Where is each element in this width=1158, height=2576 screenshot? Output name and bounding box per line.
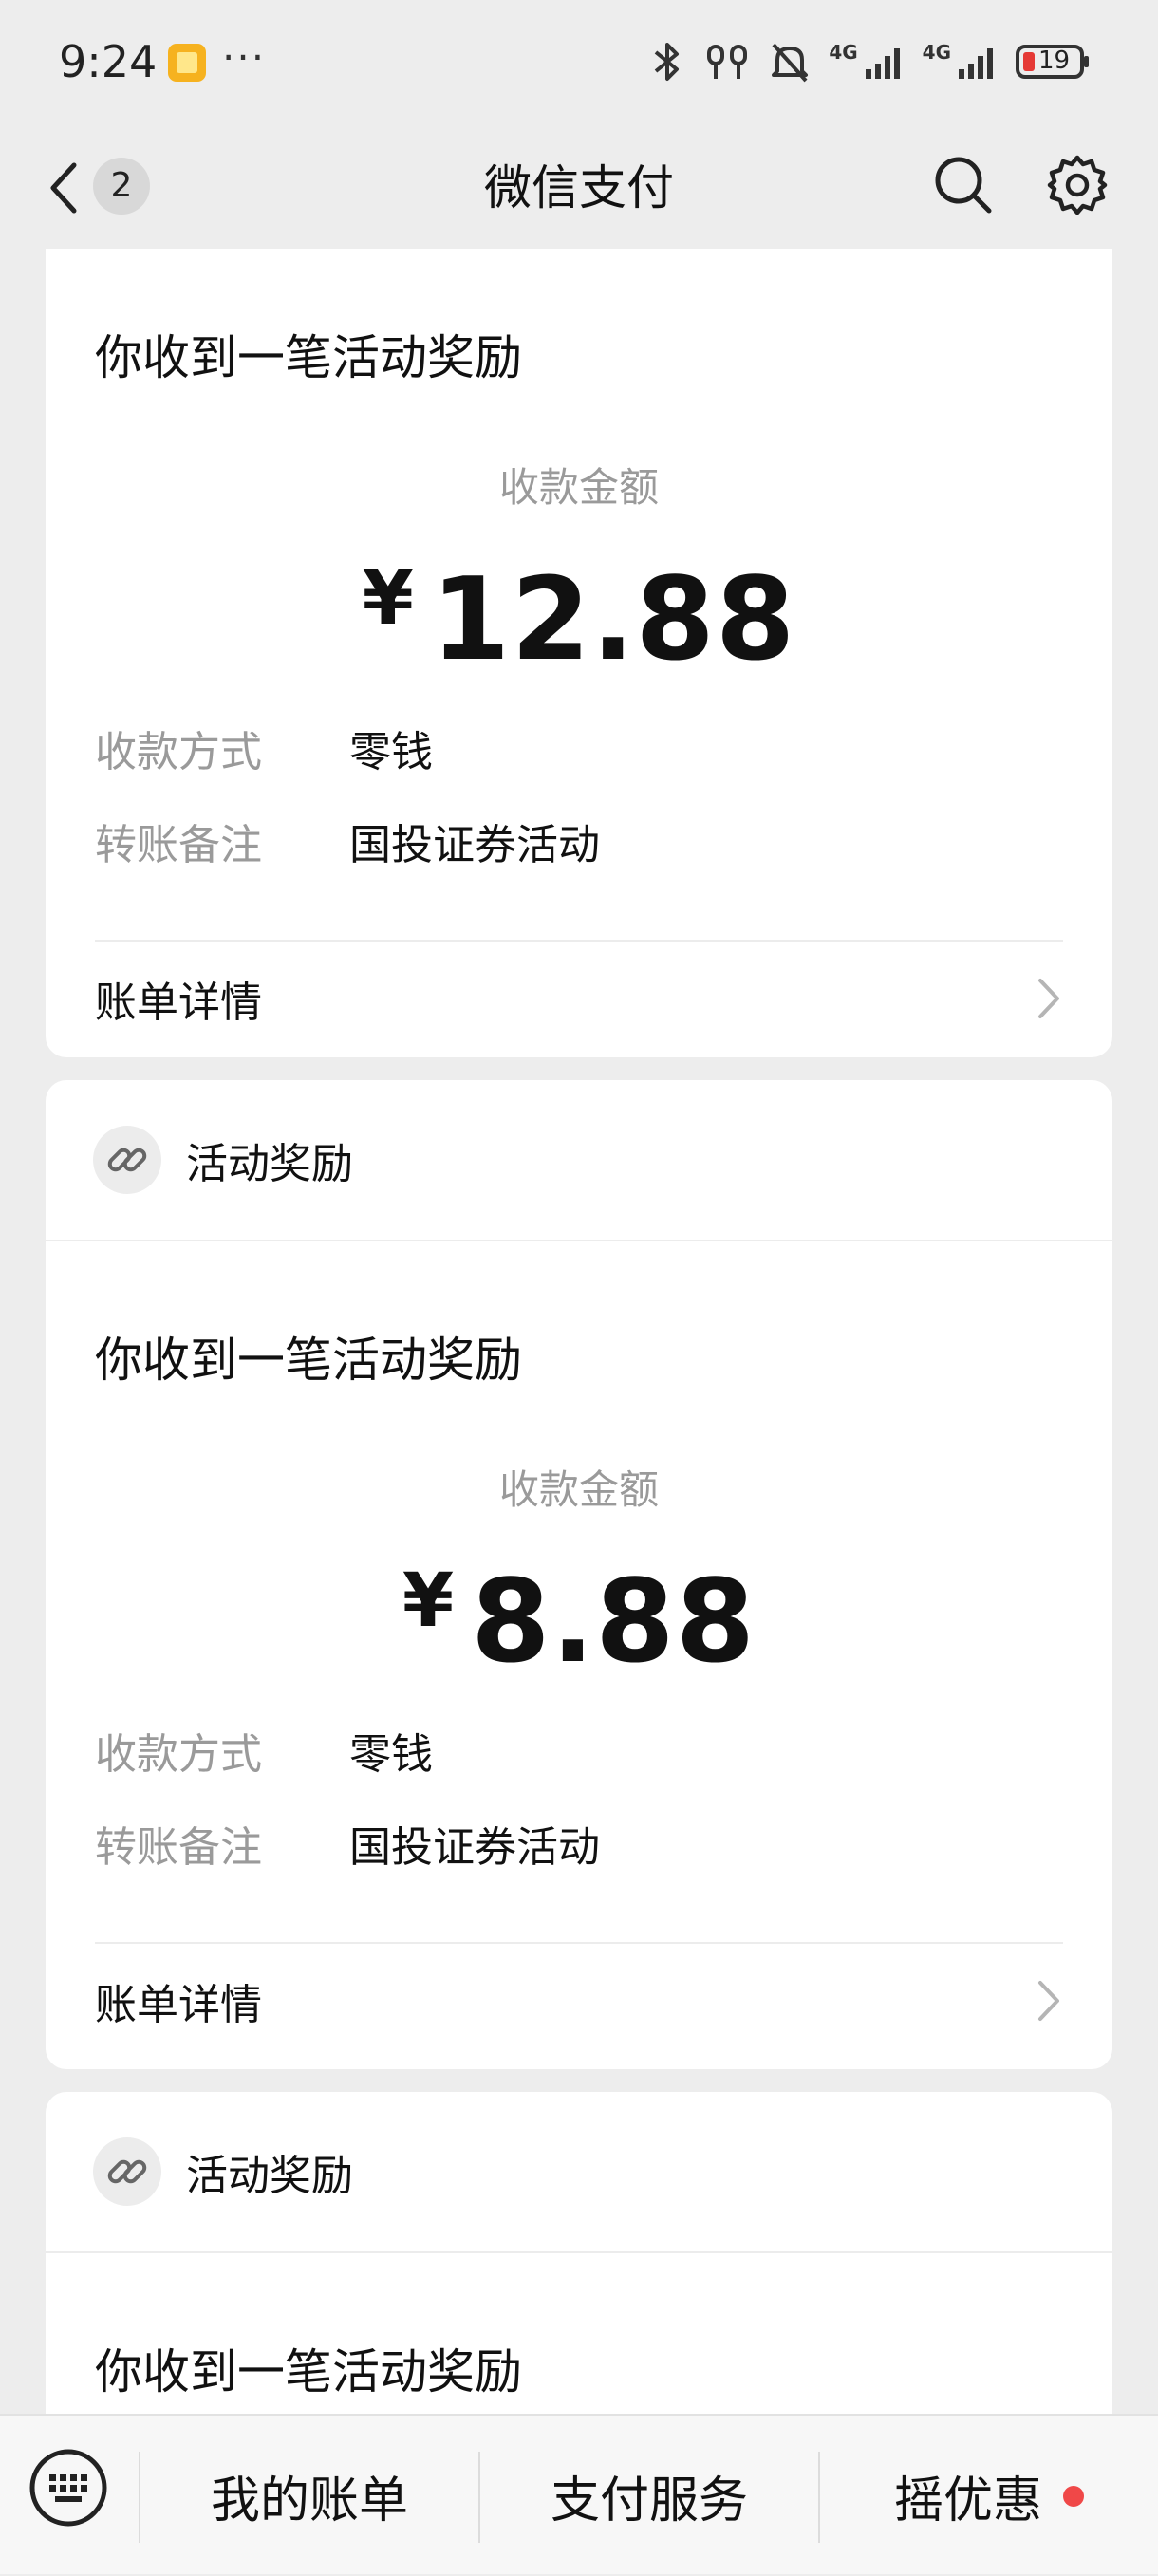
battery-level: 19 [1038, 47, 1071, 75]
keyboard-icon[interactable] [28, 2448, 108, 2531]
chevron-right-icon [1038, 979, 1059, 1018]
message-title: 你收到一笔活动奖励 [95, 2344, 522, 2399]
remark-value: 国投证券活动 [349, 1823, 600, 1872]
bill-detail-label: 账单详情 [95, 1981, 262, 2029]
transaction-card-1: 你收到一笔活动奖励 收款金额 ¥12.88 收款方式 零钱 转账备注 国投证券活动 … [46, 249, 1112, 1057]
signal-2-icon [957, 43, 999, 81]
signal1-label: 4G [829, 41, 858, 64]
status-icons: 4G 4G 19 [648, 38, 1092, 85]
remark-label: 转账备注 [95, 1823, 262, 1872]
status-bar: 9:24 ··· 4G 4G 19 [0, 0, 1158, 123]
signal-1-icon [864, 43, 906, 81]
amount-label: 收款金额 [498, 1466, 659, 1513]
chevron-right-icon [1038, 1981, 1059, 2021]
amount-number: 12.88 [430, 554, 796, 686]
bill-detail-link[interactable]: 账单详情 [95, 1944, 1063, 2058]
payment-method-label: 收款方式 [95, 1730, 262, 1779]
status-time: 9:24 [59, 36, 158, 87]
notification-app-icon [168, 44, 206, 82]
tab-payment-services[interactable]: 支付服务 [480, 2416, 818, 2576]
bluetooth-icon [648, 39, 686, 84]
tab-shake-offers[interactable]: 摇优惠 [820, 2416, 1158, 2576]
gear-icon[interactable] [1044, 152, 1111, 222]
signal2-label: 4G [922, 41, 951, 64]
payment-method-label: 收款方式 [95, 728, 262, 776]
message-title: 你收到一笔活动奖励 [95, 1333, 522, 1388]
remark-row: 转账备注 国投证券活动 [95, 811, 600, 871]
remark-label: 转账备注 [95, 821, 262, 869]
bill-detail-label: 账单详情 [95, 979, 262, 1027]
currency-symbol: ¥ [402, 1559, 455, 1644]
transaction-card-2: 活动奖励 你收到一笔活动奖励 收款金额 ¥8.88 收款方式 零钱 转账备注 国投证… [46, 1080, 1112, 2069]
remark-value: 国投证券活动 [349, 821, 600, 869]
earbuds-icon [703, 39, 751, 84]
tab-shake-offers-label: 摇优惠 [893, 2473, 1042, 2529]
battery-icon: 19 [1016, 43, 1092, 81]
amount-label: 收款金额 [498, 464, 659, 511]
amount-number: 8.88 [471, 1557, 756, 1689]
amount-value: ¥12.88 [46, 554, 1112, 686]
remark-row: 转账备注 国投证券活动 [95, 1813, 600, 1874]
payment-method-row: 收款方式 零钱 [95, 718, 433, 778]
tab-my-bills[interactable]: 我的账单 [140, 2416, 478, 2576]
card-header-title: 活动奖励 [186, 2152, 353, 2200]
card-header[interactable]: 活动奖励 [46, 2092, 1112, 2253]
bill-detail-link[interactable]: 账单详情 [95, 942, 1063, 1055]
payment-method-value: 零钱 [349, 728, 433, 776]
amount-value: ¥8.88 [46, 1557, 1112, 1689]
link-icon [93, 1126, 161, 1194]
bottom-menu-bar: 我的账单 支付服务 摇优惠 [0, 2414, 1158, 2574]
card-header-title: 活动奖励 [186, 1140, 353, 1188]
mute-bell-icon [768, 39, 812, 84]
notification-dot [1063, 2485, 1084, 2507]
more-notifications-icon: ··· [222, 34, 267, 81]
search-icon[interactable] [930, 152, 997, 222]
card-header[interactable]: 活动奖励 [46, 1080, 1112, 1241]
nav-bar: 2 微信支付 [0, 123, 1158, 252]
payment-method-value: 零钱 [349, 1730, 433, 1779]
message-title: 你收到一笔活动奖励 [95, 330, 522, 385]
currency-symbol: ¥ [362, 556, 414, 642]
link-icon [93, 2137, 161, 2206]
payment-method-row: 收款方式 零钱 [95, 1720, 433, 1781]
